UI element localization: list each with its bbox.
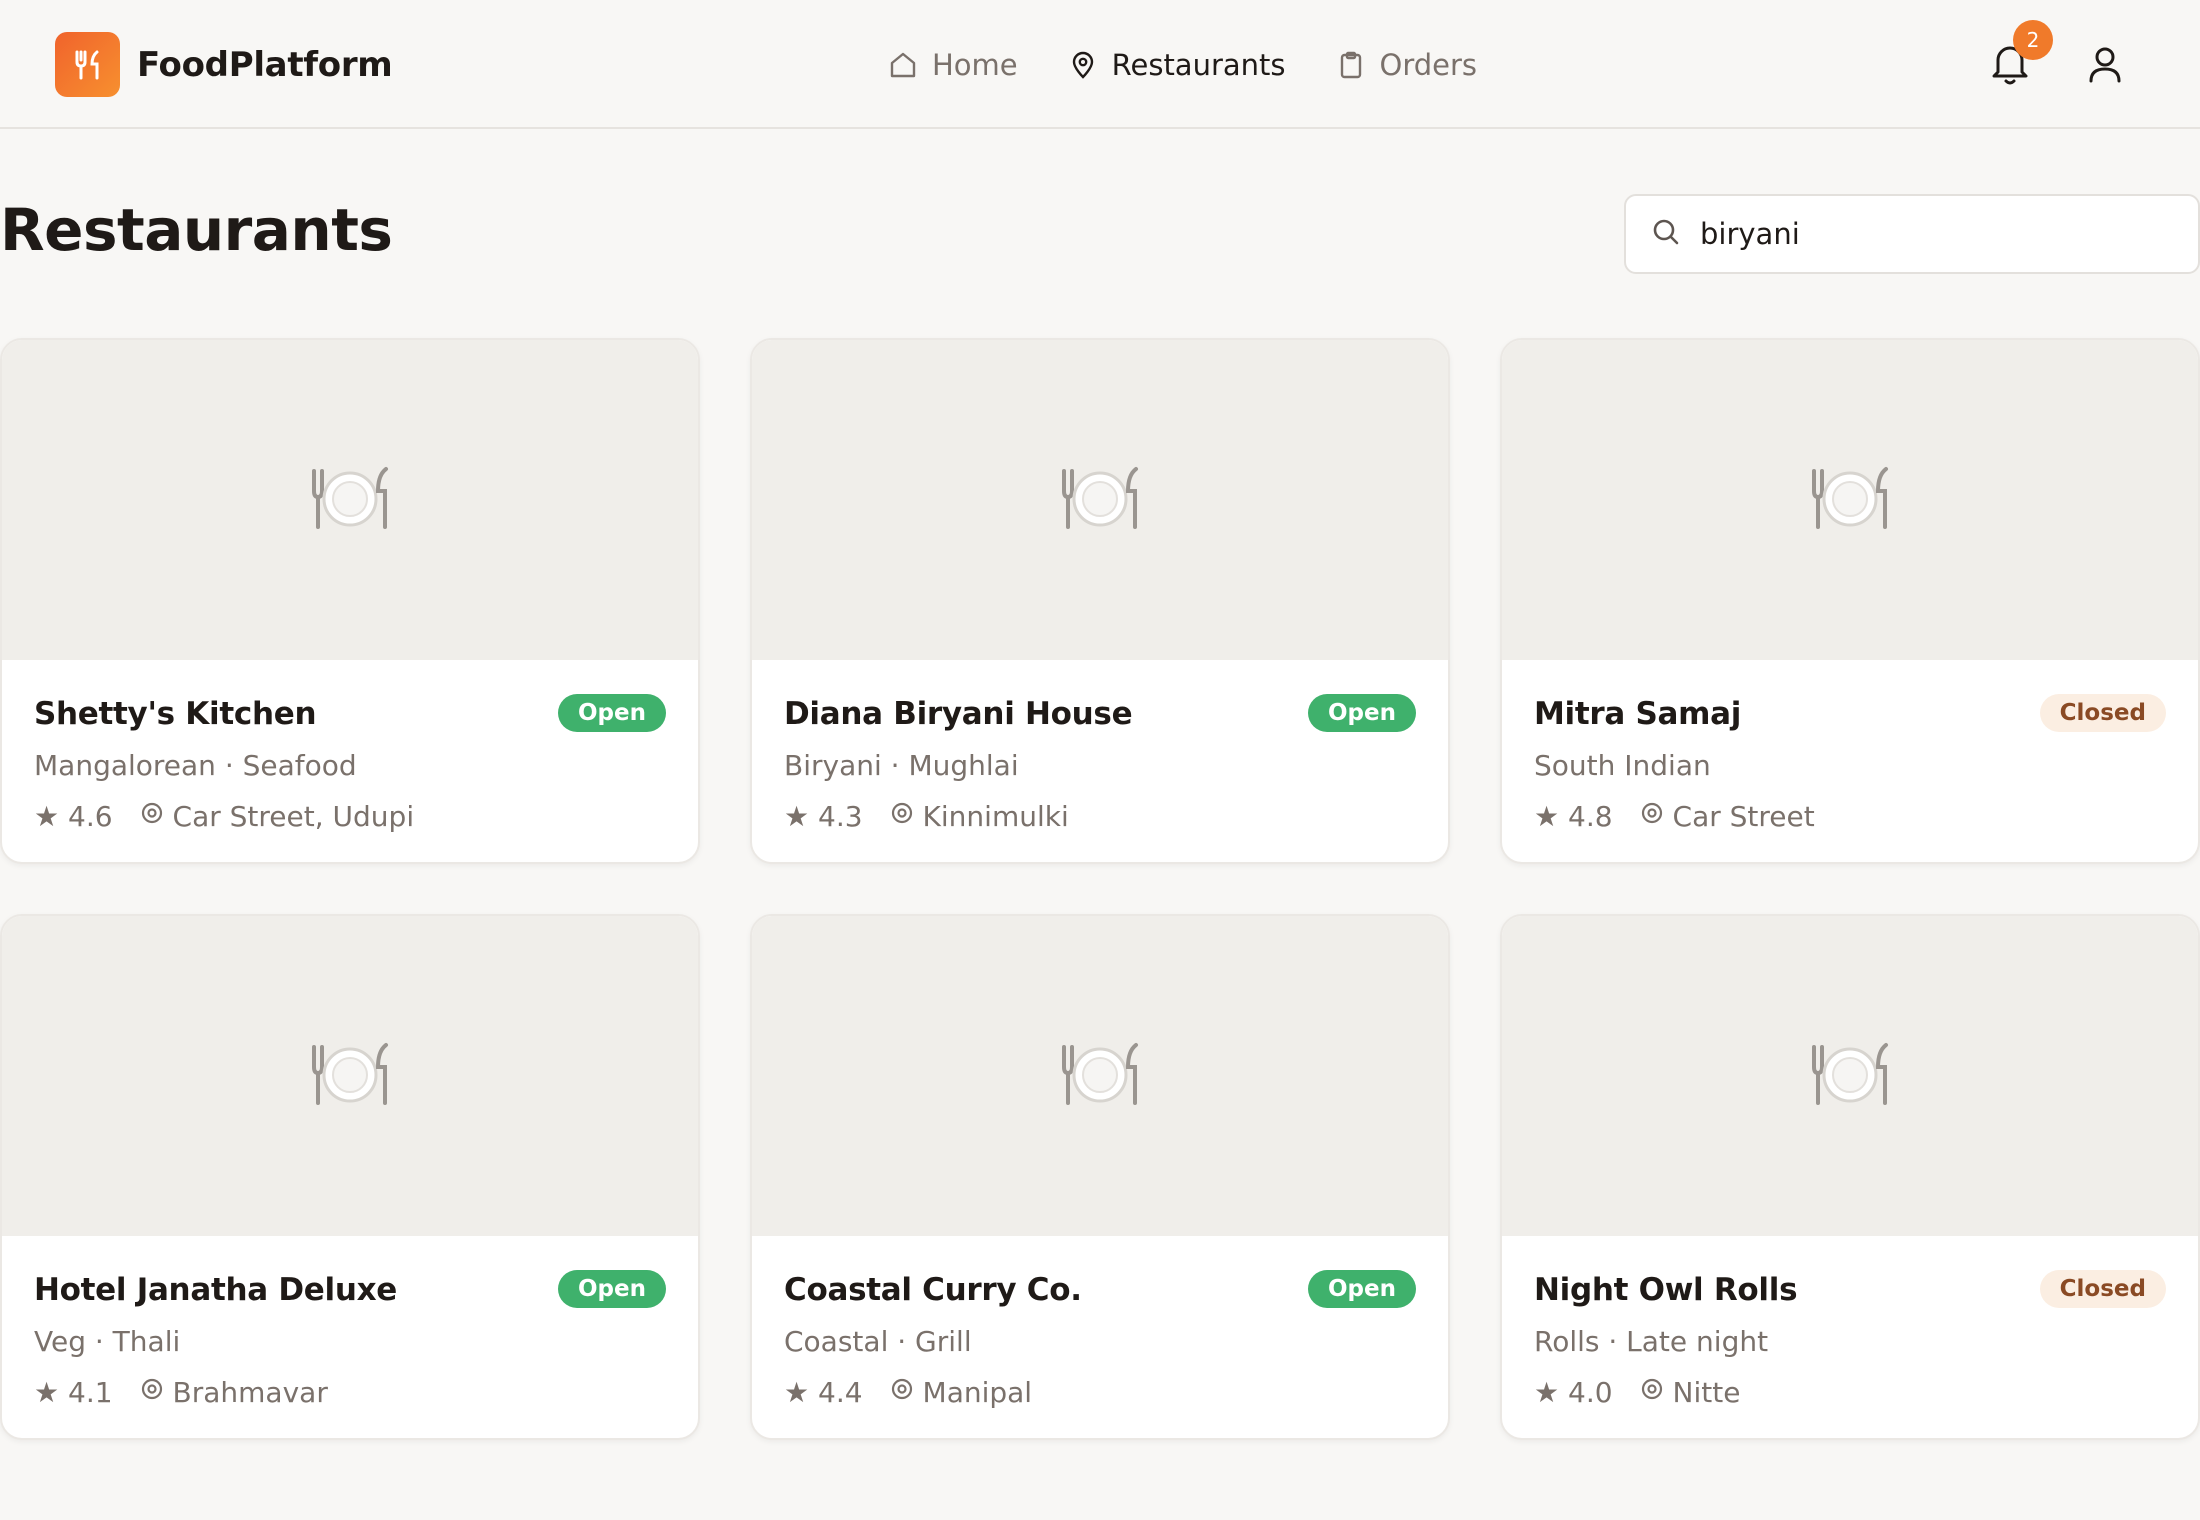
user-icon[interactable] (2085, 43, 2125, 85)
nav-item-label: Orders (1379, 48, 1478, 82)
restaurant-location: Kinnimulki (922, 799, 1069, 833)
search-box[interactable] (1624, 194, 2200, 274)
location-icon (139, 800, 165, 833)
status-badge: Open (558, 1270, 666, 1308)
location-icon (1639, 1376, 1665, 1409)
restaurant-cuisine: Mangalorean · Seafood (34, 749, 357, 782)
plate-icon (1058, 463, 1142, 537)
map-pin-icon (1068, 50, 1098, 80)
utensils-icon (55, 32, 120, 97)
top-nav-bar: FoodPlatform Home Restaurants Orders 2 (0, 0, 2200, 129)
restaurant-rating: ★ 4.8 (1534, 799, 1613, 833)
status-badge: Closed (2039, 1270, 2166, 1308)
restaurant-rating: ★ 4.6 (34, 799, 113, 833)
plate-icon (1058, 1039, 1142, 1113)
status-badge: Open (558, 694, 666, 732)
plate-icon (1808, 463, 1892, 537)
plate-icon (1808, 1039, 1892, 1113)
restaurant-cuisine: Rolls · Late night (1534, 1325, 1769, 1358)
main-nav: Home Restaurants Orders (888, 40, 1527, 90)
restaurant-cuisine: Biryani · Mughlai (784, 749, 1019, 782)
status-badge: Closed (2039, 694, 2166, 732)
location-icon (889, 800, 915, 833)
restaurant-card[interactable]: Mitra Samaj Closed South Indian ★ 4.8 Ca… (1500, 338, 2200, 864)
nav-item-label: Home (932, 48, 1018, 82)
restaurant-image (752, 916, 1448, 1236)
restaurant-card[interactable]: Diana Biryani House Open Biryani · Mughl… (750, 338, 1450, 864)
nav-item-restaurants[interactable]: Restaurants (1068, 40, 1286, 90)
restaurant-image (2, 340, 698, 660)
restaurant-cuisine: Veg · Thali (34, 1325, 181, 1358)
nav-item-home[interactable]: Home (888, 40, 1018, 90)
notification-badge: 2 (2013, 20, 2053, 60)
location-icon (889, 1376, 915, 1409)
plate-icon (308, 1039, 392, 1113)
page-title: Restaurants (0, 196, 393, 264)
search-icon (1650, 216, 1682, 252)
status-badge: Open (1308, 1270, 1416, 1308)
brand-name: FoodPlatform (137, 44, 393, 85)
restaurant-image (1502, 340, 2198, 660)
restaurant-location: Car Street, Udupi (172, 799, 415, 833)
plate-icon (308, 463, 392, 537)
home-icon (888, 50, 918, 80)
restaurant-location: Manipal (922, 1375, 1033, 1409)
location-icon (139, 1376, 165, 1409)
restaurant-location: Brahmavar (172, 1375, 328, 1409)
restaurant-cuisine: South Indian (1534, 749, 1711, 782)
restaurant-image (752, 340, 1448, 660)
restaurant-card[interactable]: Shetty's Kitchen Open Mangalorean · Seaf… (0, 338, 700, 864)
restaurant-location: Car Street (1672, 799, 1815, 833)
restaurant-location: Nitte (1672, 1375, 1741, 1409)
restaurant-rating: ★ 4.3 (784, 799, 863, 833)
restaurant-rating: ★ 4.1 (34, 1375, 113, 1409)
search-input[interactable] (1700, 217, 2160, 251)
restaurant-image (2, 916, 698, 1236)
restaurant-card[interactable]: Night Owl Rolls Closed Rolls · Late nigh… (1500, 914, 2200, 1440)
restaurant-image (1502, 916, 2198, 1236)
nav-item-label: Restaurants (1111, 48, 1286, 82)
restaurant-rating: ★ 4.4 (784, 1375, 863, 1409)
restaurant-card[interactable]: Hotel Janatha Deluxe Open Veg · Thali ★ … (0, 914, 700, 1440)
clipboard-icon (1336, 50, 1366, 80)
restaurant-cuisine: Coastal · Grill (784, 1325, 972, 1358)
restaurant-card[interactable]: Coastal Curry Co. Open Coastal · Grill ★… (750, 914, 1450, 1440)
restaurant-rating: ★ 4.0 (1534, 1375, 1613, 1409)
brand[interactable]: FoodPlatform (55, 32, 393, 97)
nav-item-orders[interactable]: Orders (1336, 40, 1478, 90)
status-badge: Open (1308, 694, 1416, 732)
location-icon (1639, 800, 1665, 833)
